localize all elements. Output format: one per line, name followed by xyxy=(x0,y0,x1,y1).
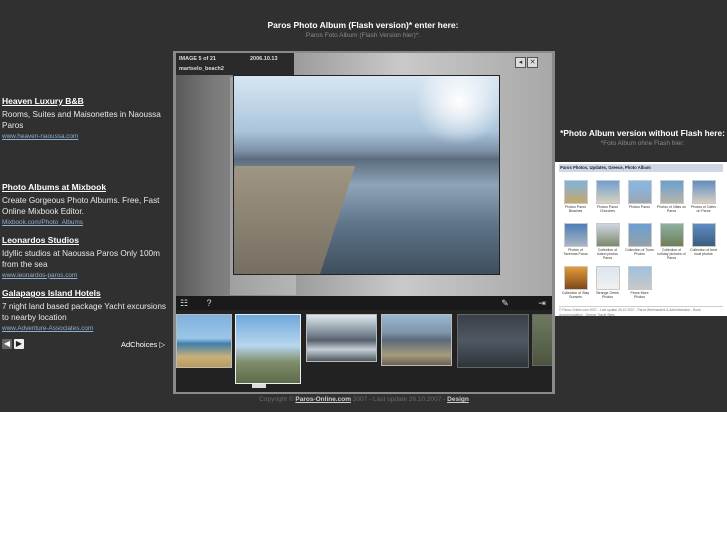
thumbnail-3[interactable] xyxy=(306,314,377,362)
flash-photo-album[interactable]: IMAGE 5 of 21 2006.10.13 martselo_beach2… xyxy=(173,51,555,394)
preview-thumbnail[interactable]: Photos Paros Churches xyxy=(593,180,622,213)
exit-icon[interactable]: ⇥ xyxy=(537,298,547,308)
ad-url-link[interactable]: www.leonardos-paros.com xyxy=(2,271,170,281)
preview-thumbnail[interactable]: Collection of best boat photos xyxy=(689,223,718,256)
preview-thumbnail[interactable]: Photos of Cafes on Paros xyxy=(689,180,718,213)
main-photo[interactable] xyxy=(233,75,500,275)
thumbnail-5[interactable] xyxy=(457,314,529,368)
preview-thumbnail-caption: Collection of Island photos Paros xyxy=(597,248,618,261)
album-subtitle: Paros Foto Album (Flash Version hier)*: xyxy=(305,32,421,39)
preview-title: Paros Photos, Updates, Greece, Photo Alb… xyxy=(560,165,651,170)
image-counter: IMAGE 5 of 21 xyxy=(179,56,216,62)
ad-text: Idyllic studios at Naoussa Paros Only 10… xyxy=(2,248,160,270)
grid-view-icon[interactable]: ☷ xyxy=(179,298,189,308)
ad-leonardos: Leonardos Studios Idyllic studios at Nao… xyxy=(2,235,170,281)
preview-thumbnail-image xyxy=(691,223,716,247)
preview-thumbnail-caption: Photos of Tavernas Paros xyxy=(563,248,588,257)
site-link[interactable]: Paros-Online.com xyxy=(295,396,351,403)
ad-title-link[interactable]: Heaven Luxury B&B xyxy=(2,96,170,108)
nonflash-title[interactable]: *Photo Album version without Flash here: xyxy=(558,128,727,138)
preview-thumbnail[interactable]: Collection of Island photos Paros xyxy=(593,223,622,261)
ad-mixbook: Photo Albums at Mixbook Create Gorgeous … xyxy=(2,182,170,228)
preview-thumbnail-caption: Strange Greek Photos xyxy=(596,291,619,300)
thumbnail-6[interactable] xyxy=(532,314,552,366)
preview-thumbnail[interactable]: Strange Greek Photos xyxy=(593,266,622,299)
preview-thumbnail[interactable]: Photos of Tavernas Paros xyxy=(561,223,590,256)
ad-galapagos: Galapagos Island Hotels 7 night land bas… xyxy=(2,288,170,334)
preview-thumbnail-caption: Photos Paros xyxy=(628,205,650,209)
copyright-footer: Copyright © Paros-Online.com 2007 - Last… xyxy=(173,396,555,403)
nonflash-subtitle: *Foto Album ohne Flash hier: xyxy=(600,140,685,147)
design-link[interactable]: Design xyxy=(447,396,469,403)
preview-thumbnail-caption: Collection of best boat photos xyxy=(690,248,717,257)
preview-thumbnail-caption: Photos Paros Beaches xyxy=(564,205,586,214)
ad-prev-button[interactable]: ◀ xyxy=(2,339,12,349)
image-info-bar: IMAGE 5 of 21 2006.10.13 martselo_beach2 xyxy=(176,53,294,75)
ad-text: Create Gorgeous Photo Albums. Free, Fast… xyxy=(2,195,160,217)
ad-title-link[interactable]: Leonardos Studios xyxy=(2,235,170,247)
preview-thumbnail-image xyxy=(595,223,620,247)
preview-thumbnail-caption: Photos of Villas on Paros xyxy=(657,205,686,214)
photo-sun-glare xyxy=(414,76,499,146)
image-date: 2006.10.13 xyxy=(250,56,278,62)
preview-thumbnail-caption: Paros More Photos xyxy=(630,291,649,300)
preview-thumbnail-image xyxy=(595,180,620,204)
ad-title-link[interactable]: Galapagos Island Hotels xyxy=(2,288,170,300)
preview-thumbnail[interactable]: Collection of Stay Sunsets xyxy=(561,266,590,299)
copyright-middle: 2007 - Last update 26.10.2007 - xyxy=(351,396,448,403)
preview-thumbnail[interactable]: Photos Paros xyxy=(625,180,654,209)
image-caption: martselo_beach2 xyxy=(179,66,224,72)
thumbnail-4[interactable] xyxy=(381,314,452,366)
minimize-button[interactable]: ◂ xyxy=(515,57,526,68)
ad-title-link[interactable]: Photo Albums at Mixbook xyxy=(2,182,170,194)
help-icon[interactable]: ? xyxy=(204,298,214,308)
preview-thumbnail-image xyxy=(563,180,588,204)
preview-thumbnail-image xyxy=(659,180,684,204)
preview-thumbnail-image xyxy=(563,223,588,247)
album-title: Paros Photo Album (Flash version)* enter… xyxy=(267,20,459,30)
preview-thumbnail-image xyxy=(659,223,684,247)
thumbnail-1[interactable] xyxy=(176,314,232,368)
album-toolbar: ☷ ? ✎ ⇥ xyxy=(176,296,552,310)
preview-header: Paros Photos, Updates, Greece, Photo Alb… xyxy=(559,164,723,172)
copyright-prefix: Copyright © xyxy=(259,396,296,403)
close-button[interactable]: ✕ xyxy=(527,57,538,68)
preview-thumbnail[interactable]: Collection of holiday pictures of Paros xyxy=(657,223,686,261)
ad-url-link[interactable]: www.Adventure-Associates.com xyxy=(2,324,170,334)
preview-thumbnail-image xyxy=(627,223,652,247)
thumbnail-strip xyxy=(176,310,552,392)
preview-thumbnail-caption: Collection of holiday pictures of Paros xyxy=(657,248,686,261)
ad-text: Rooms, Suites and Maisonettes in Naoussa… xyxy=(2,109,161,131)
preview-footer: © Paros-Online.com 2007 - Last update 26… xyxy=(559,306,723,318)
preview-thumbnail-image xyxy=(691,180,716,204)
preview-thumbnail-caption: Collection of Stay Sunsets xyxy=(561,291,590,300)
preview-thumbnail-image xyxy=(563,266,588,290)
preview-thumbnail[interactable]: Paros More Photos xyxy=(625,266,654,299)
ad-url-link[interactable]: Mixbook.com/Photo_Albums xyxy=(2,218,170,228)
preview-thumbnail-caption: Photos Paros Churches xyxy=(596,205,618,214)
ad-text: 7 night land based package Yacht excursi… xyxy=(2,301,167,323)
thumbnail-label xyxy=(252,384,266,388)
adchoices-link[interactable]: AdChoices ▷ xyxy=(121,340,165,349)
thumbnail-2-selected[interactable] xyxy=(235,314,301,384)
ad-heaven: Heaven Luxury B&B Rooms, Suites and Mais… xyxy=(2,96,170,142)
preview-thumbnail-image xyxy=(595,266,620,290)
ad-next-button[interactable]: ▶ xyxy=(14,339,24,349)
preview-thumbnail[interactable]: Collection of Tours Photos xyxy=(625,223,654,256)
preview-thumbnail[interactable]: Photos Paros Beaches xyxy=(561,180,590,213)
preview-thumbnail-image xyxy=(627,266,652,290)
edit-icon[interactable]: ✎ xyxy=(500,298,510,308)
preview-thumbnail-caption: Collection of Tours Photos xyxy=(625,248,654,257)
nonflash-album-preview[interactable]: Paros Photos, Updates, Greece, Photo Alb… xyxy=(555,162,727,318)
preview-thumbnail[interactable]: Photos of Villas on Paros xyxy=(657,180,686,213)
photo-beach xyxy=(234,166,356,274)
preview-thumbnail-caption: Photos of Cafes on Paros xyxy=(691,205,716,214)
ad-url-link[interactable]: www.heaven-naoussa.com xyxy=(2,132,170,142)
preview-thumbnail-image xyxy=(627,180,652,204)
